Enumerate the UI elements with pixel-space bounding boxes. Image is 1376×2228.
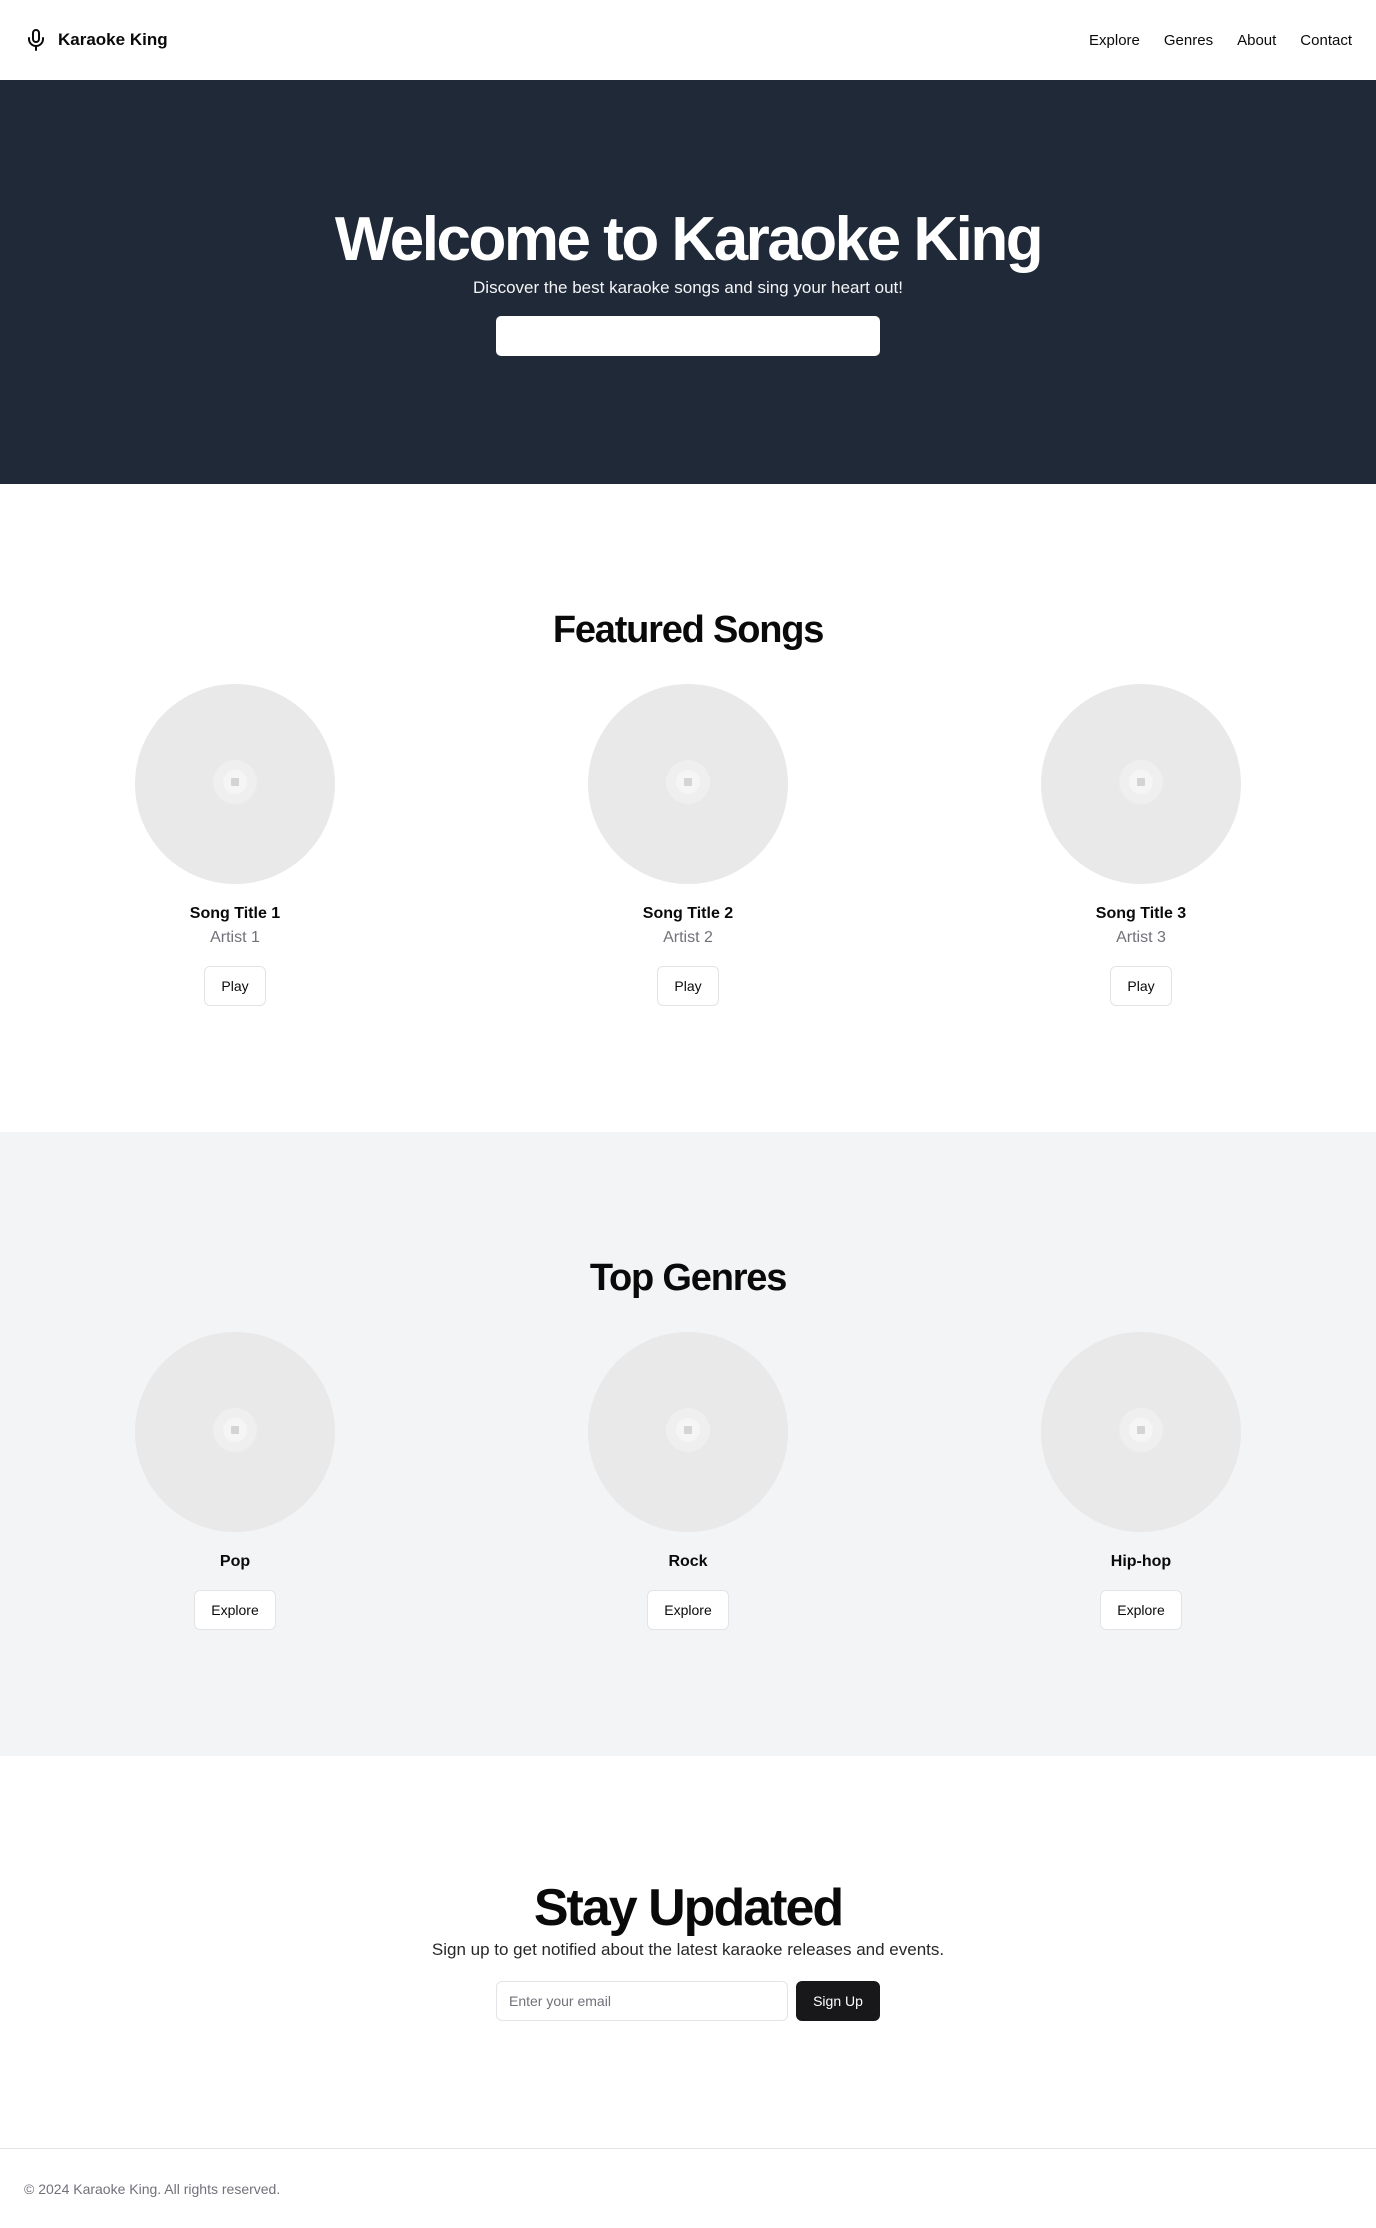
nav-link-explore[interactable]: Explore (1089, 32, 1140, 49)
sign-up-button[interactable]: Sign Up (796, 1981, 880, 2021)
placeholder-image-icon (1117, 758, 1165, 811)
song-card: Song Title 2 Artist 2 Play (588, 684, 788, 1006)
song-artist: Artist 3 (1116, 929, 1166, 946)
email-field[interactable] (496, 1981, 788, 2021)
explore-button[interactable]: Explore (1100, 1590, 1182, 1630)
explore-button[interactable]: Explore (647, 1590, 729, 1630)
play-button[interactable]: Play (204, 966, 266, 1006)
song-cover (135, 684, 335, 884)
genre-cover (135, 1332, 335, 1532)
newsletter-title: Stay Updated (533, 1879, 844, 1937)
nav-link-contact[interactable]: Contact (1300, 32, 1352, 49)
play-button[interactable]: Play (657, 966, 719, 1006)
song-title: Song Title 1 (189, 905, 281, 922)
genre-card: Pop Explore (135, 1332, 335, 1630)
nav-link-about[interactable]: About (1237, 32, 1276, 49)
nav-link-genres[interactable]: Genres (1164, 32, 1213, 49)
copyright-text: © 2024 Karaoke King. All rights reserved… (24, 2181, 281, 2197)
play-button[interactable]: Play (1110, 966, 1172, 1006)
genre-name: Hip-hop (1110, 1553, 1172, 1570)
song-cover (1041, 684, 1241, 884)
newsletter-subtitle: Sign up to get notified about the latest… (431, 1940, 945, 1959)
newsletter-section: Stay Updated Sign up to get notified abo… (0, 1756, 1376, 2148)
genre-card: Rock Explore (588, 1332, 788, 1630)
song-card: Song Title 3 Artist 3 Play (1041, 684, 1241, 1006)
featured-songs-title: Featured Songs (552, 609, 825, 651)
top-genres-section: Top Genres Pop Explore Rock Explore Hip-… (0, 1132, 1376, 1756)
song-title: Song Title 2 (642, 905, 734, 922)
song-card: Song Title 1 Artist 1 Play (135, 684, 335, 1006)
explore-button[interactable]: Explore (194, 1590, 276, 1630)
hero-search-input[interactable] (496, 316, 880, 356)
brand[interactable]: Karaoke King (24, 28, 168, 52)
site-header: Karaoke King Explore Genres About Contac… (0, 0, 1376, 80)
top-genres-title: Top Genres (589, 1257, 788, 1299)
featured-songs-section: Featured Songs Song Title 1 Artist 1 Pla… (0, 484, 1376, 1132)
main-nav: Explore Genres About Contact (1089, 32, 1352, 49)
placeholder-image-icon (1117, 1406, 1165, 1459)
song-cover (588, 684, 788, 884)
genre-card: Hip-hop Explore (1041, 1332, 1241, 1630)
genre-name: Rock (668, 1553, 708, 1570)
song-title: Song Title 3 (1095, 905, 1187, 922)
genre-cover (1041, 1332, 1241, 1532)
hero-section: Welcome to Karaoke King Discover the bes… (0, 80, 1376, 484)
site-footer: © 2024 Karaoke King. All rights reserved… (0, 2148, 1376, 2228)
song-artist: Artist 2 (663, 929, 713, 946)
hero-title: Welcome to Karaoke King (334, 205, 1044, 274)
genre-name: Pop (219, 1553, 251, 1570)
microphone-icon (24, 28, 48, 52)
placeholder-image-icon (211, 758, 259, 811)
placeholder-image-icon (211, 1406, 259, 1459)
placeholder-image-icon (664, 758, 712, 811)
hero-subtitle: Discover the best karaoke songs and sing… (473, 278, 903, 297)
song-artist: Artist 1 (210, 929, 260, 946)
genre-cover (588, 1332, 788, 1532)
placeholder-image-icon (664, 1406, 712, 1459)
brand-name: Karaoke King (58, 30, 168, 49)
